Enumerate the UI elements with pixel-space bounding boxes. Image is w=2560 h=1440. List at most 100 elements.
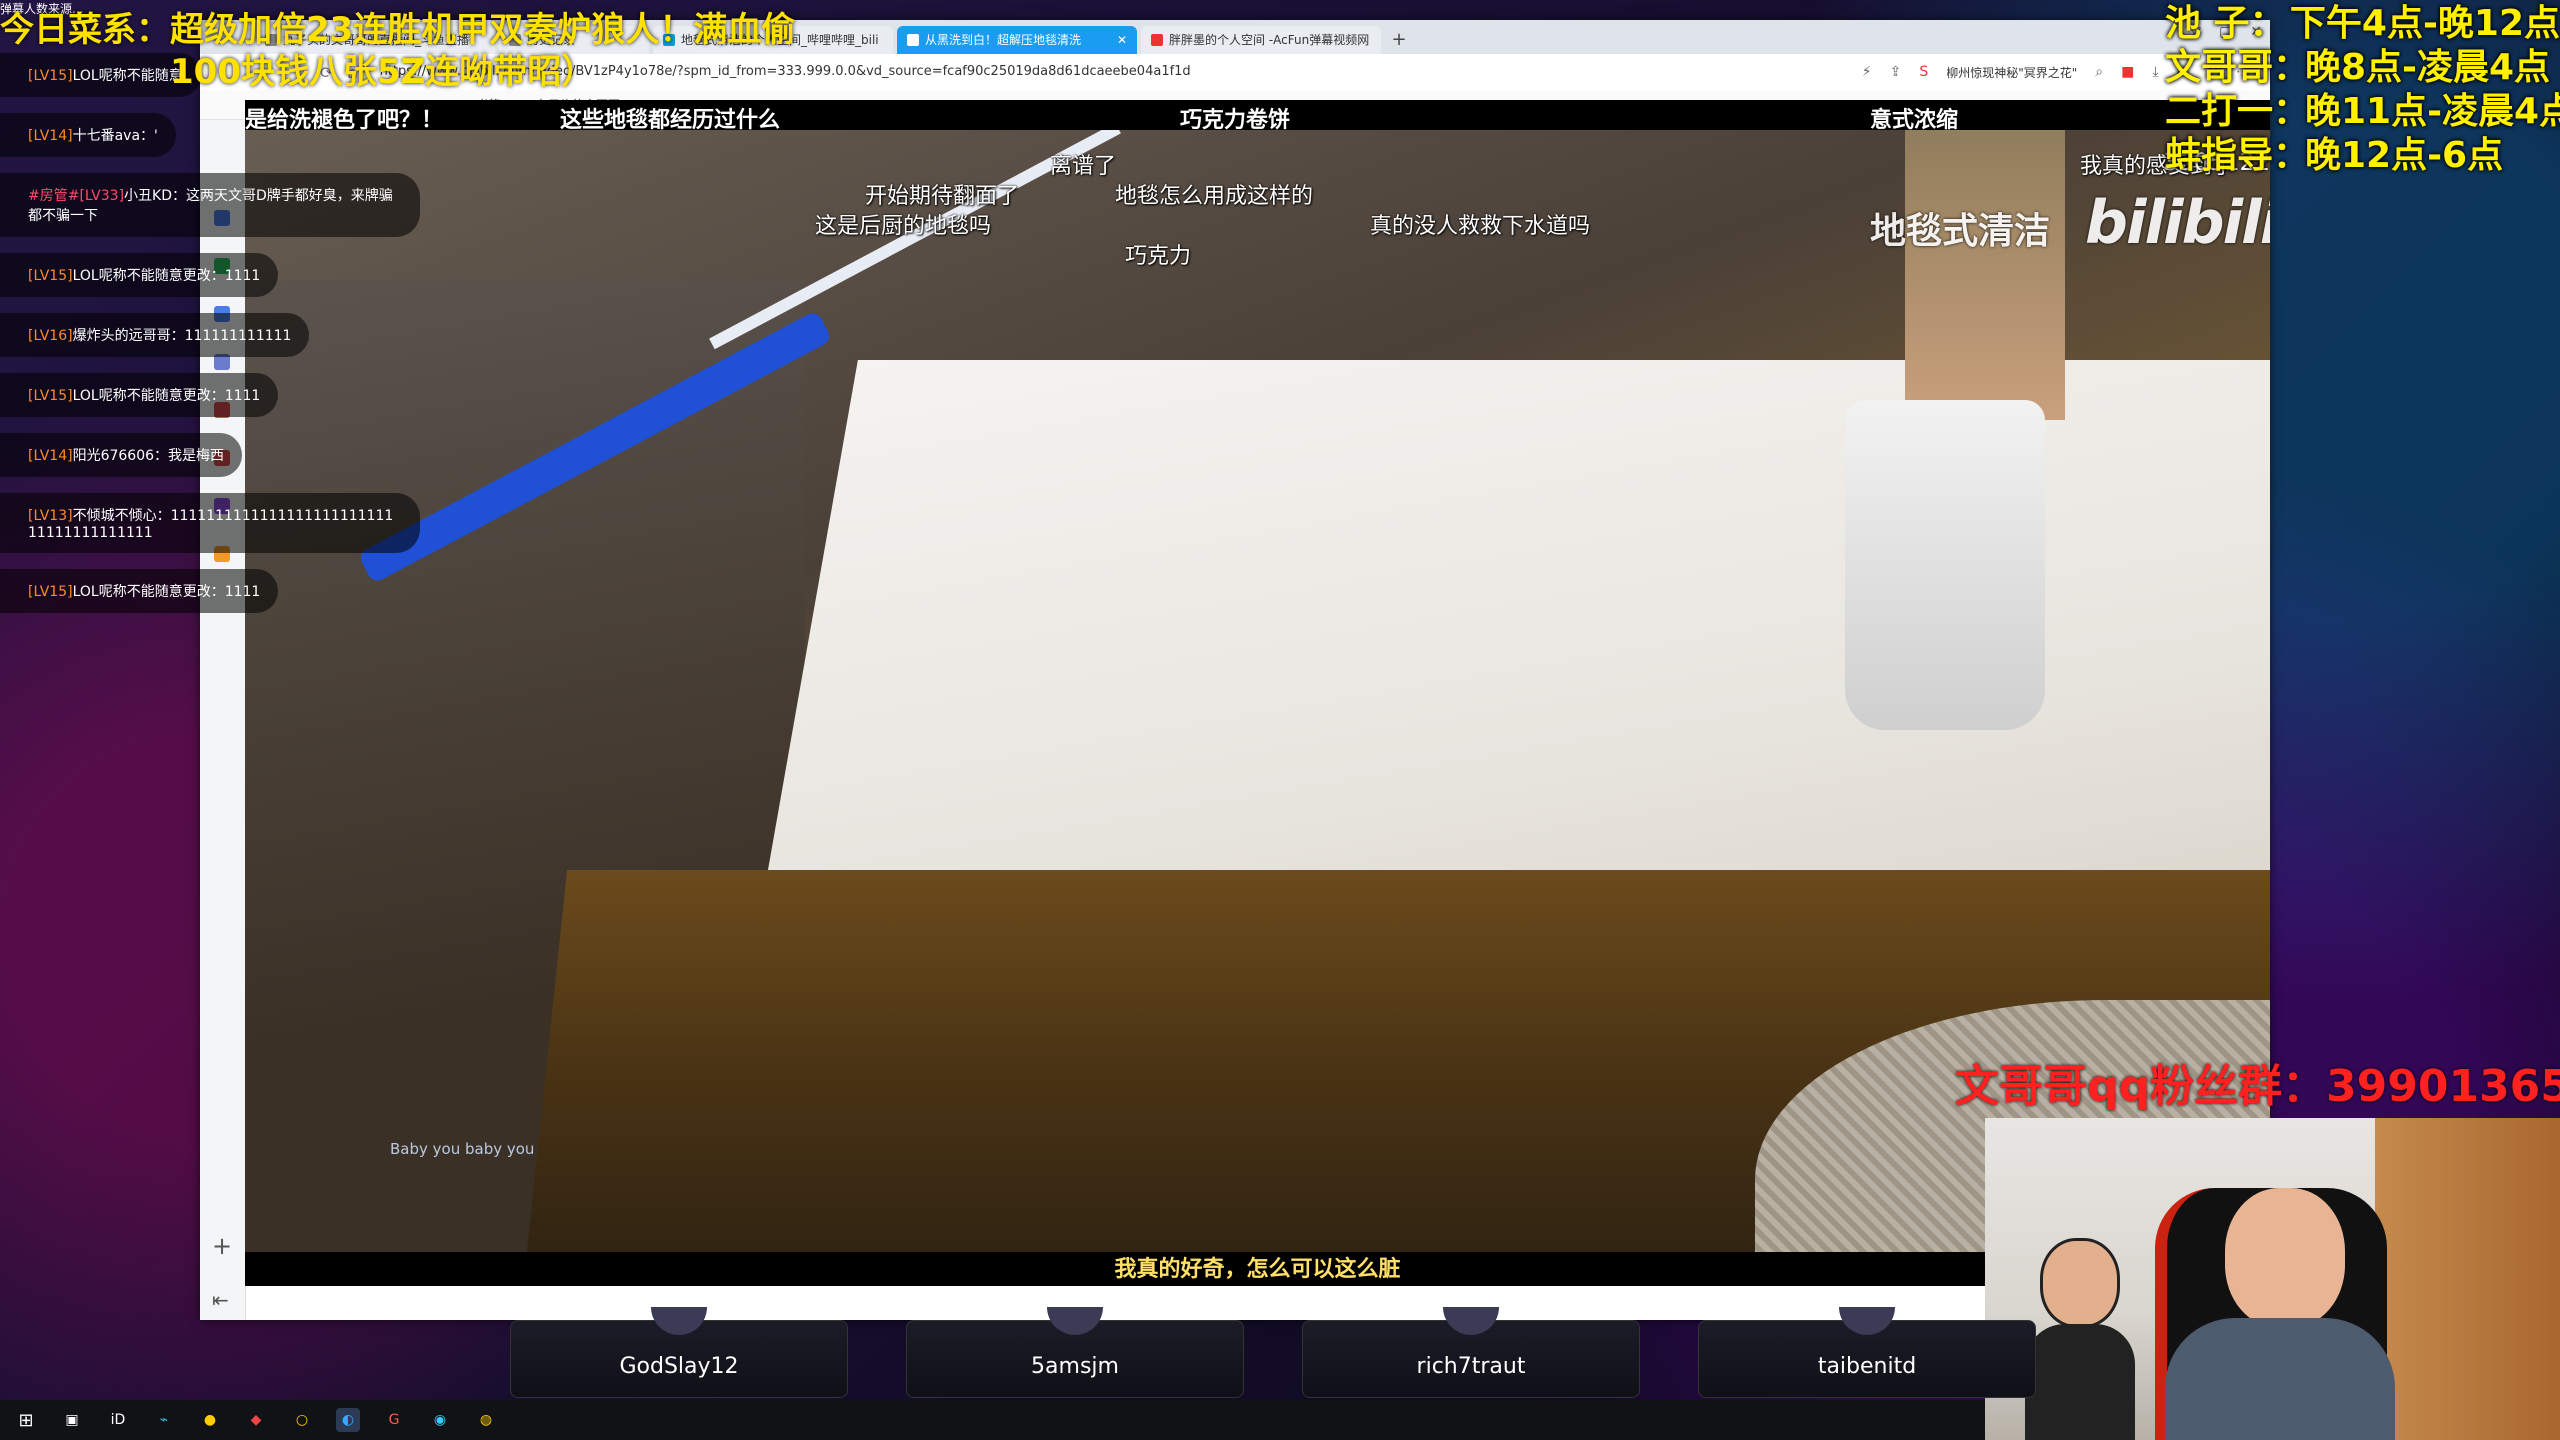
webcam-person-right bbox=[2165, 1188, 2395, 1440]
tab-label: 胖胖墨的个人空间 -AcFun弹幕视频网 bbox=[1169, 33, 1370, 47]
stream-schedule: 池 子： 下午4点-晚12点 文哥哥： 晚8点-凌晨4点 二打一： 晚11点-凌晨4点… bbox=[2165, 2, 2560, 178]
chat-user: 小丑KD bbox=[124, 188, 173, 204]
stream-chat: [LV15]LOL呢称不能随意 [LV14]十七番ava：' #房管#[LV33… bbox=[0, 45, 420, 621]
schedule-name: 池 子： bbox=[2165, 3, 2286, 44]
edge-icon[interactable]: ◐ bbox=[336, 1408, 360, 1432]
schedule-time: 下午4点-晚12点 bbox=[2289, 3, 2560, 44]
user-card-name: GodSlay12 bbox=[619, 1354, 739, 1379]
chat-user: LOL呢称不能随意更改 bbox=[72, 388, 211, 404]
webcam-person-left bbox=[2025, 1238, 2135, 1440]
chat-message: #房管#[LV33]小丑KD：这两天文哥D牌手都好臭，来牌骗都不骗一下 bbox=[0, 173, 420, 237]
chat-user: 爆炸头的远哥哥 bbox=[72, 328, 171, 344]
new-tab-button[interactable]: + bbox=[1385, 26, 1413, 54]
app3-icon[interactable]: ○ bbox=[290, 1408, 314, 1432]
user-card-name: taibenitd bbox=[1817, 1354, 1917, 1379]
subtitle-strip: 我真的好奇，怎么可以这么脏 bbox=[245, 1252, 2270, 1286]
channel-watermark: 地毯式清洁 bbox=[1870, 211, 2051, 252]
user-card: taibenitd bbox=[1698, 1307, 2036, 1398]
collapse-sidebar-icon[interactable]: ⇤ bbox=[212, 1288, 229, 1312]
user-card: GodSlay12 bbox=[510, 1307, 848, 1398]
danmaku-comment: 离谱了 bbox=[1050, 154, 1117, 179]
video-subtitle: 我真的好奇，怎么可以这么脏 bbox=[1114, 1257, 1401, 1282]
video-title-segment: 这些地毯都经历过什么 bbox=[560, 108, 781, 133]
chrome-icon[interactable]: ● bbox=[198, 1408, 222, 1432]
chat-text: ：1111 bbox=[210, 268, 261, 284]
chat-level: #房管#[LV33] bbox=[28, 188, 125, 204]
close-tab-icon[interactable]: ✕ bbox=[1117, 26, 1127, 54]
download-icon[interactable]: ⤓ bbox=[2152, 64, 2158, 80]
extension-icon[interactable]: ■ bbox=[2121, 64, 2134, 80]
bilibili-logo: bilibili bbox=[2085, 188, 2270, 258]
acfun-favicon-icon bbox=[1151, 34, 1163, 46]
schedule-row: 文哥哥： 晚8点-凌晨4点 bbox=[2165, 46, 2560, 90]
id-icon[interactable]: iD bbox=[106, 1408, 130, 1432]
user-avatar-badge bbox=[1443, 1307, 1499, 1335]
add-sidebar-icon[interactable]: + bbox=[212, 1232, 232, 1260]
chat-level: [LV15] bbox=[28, 388, 73, 404]
schedule-row: 二打一： 晚11点-凌晨4点 bbox=[2165, 90, 2560, 134]
app5-icon[interactable]: ◉ bbox=[428, 1408, 452, 1432]
share-icon[interactable]: ⇪ bbox=[1890, 64, 1902, 80]
search-engine-icon[interactable]: S bbox=[1919, 64, 1928, 80]
chat-level: [LV13] bbox=[28, 508, 73, 524]
schedule-time: 晚8点-凌晨4点 bbox=[2305, 47, 2551, 88]
app2-icon[interactable]: ◆ bbox=[244, 1408, 268, 1432]
danmaku-comment: 地毯怎么用成这样的 bbox=[1115, 184, 1314, 209]
video-title-strip: 是给洗褪色了吧？！ 这些地毯都经历过什么 巧克力卷饼 意式浓缩 bbox=[245, 100, 2270, 133]
chat-text: ：' bbox=[140, 128, 158, 144]
user-card-name: rich7traut bbox=[1416, 1354, 1526, 1379]
windows-icon[interactable]: ⊞ bbox=[14, 1408, 38, 1432]
app6-icon[interactable]: ◍ bbox=[474, 1408, 498, 1432]
chat-message: [LV15]LOL呢称不能随意更改：1111 bbox=[0, 569, 279, 613]
chat-level: [LV16] bbox=[28, 328, 73, 344]
chat-user: LOL呢称不能随意更改 bbox=[72, 584, 211, 600]
webcam-door bbox=[2375, 1118, 2560, 1440]
tab-acfun[interactable]: 胖胖墨的个人空间 -AcFun弹幕视频网 bbox=[1141, 26, 1381, 54]
tab-label: 从黑洗到白！超解压地毯清洗 bbox=[925, 33, 1082, 47]
danmaku-comment: 这是后厨的地毯吗 bbox=[815, 214, 992, 239]
windows-taskbar: ⊞ ▣ iD ⌁ ● ◆ ○ ◐ G ◉ ◍ bbox=[0, 1400, 1985, 1440]
gift-cards: GodSlay12 5amsjm rich7traut taibenitd bbox=[510, 1307, 2036, 1398]
chat-message: [LV16]爆炸头的远哥哥：111111111111 bbox=[0, 313, 310, 357]
chat-level: [LV15] bbox=[28, 68, 73, 84]
schedule-time: 晚11点-凌晨4点 bbox=[2305, 91, 2560, 132]
schedule-name: 二打一： bbox=[2165, 91, 2310, 132]
danmaku-comment: 开始期待翻面了 bbox=[865, 184, 1020, 209]
chat-message: [LV13]不倾城不倾心：111111111111111111111111111… bbox=[0, 493, 420, 553]
chat-user: 不倾城不倾心 bbox=[72, 508, 157, 524]
app-icon[interactable]: ⌁ bbox=[152, 1408, 176, 1432]
chat-text: ：111111111111 bbox=[170, 328, 292, 344]
user-avatar-badge bbox=[651, 1307, 707, 1335]
app4-icon[interactable]: G bbox=[382, 1408, 406, 1432]
chat-level: [LV14] bbox=[28, 448, 73, 464]
search-icon[interactable]: ⌕ bbox=[2095, 64, 2103, 80]
chat-user: 十七番ava bbox=[72, 128, 141, 144]
user-card: rich7traut bbox=[1302, 1307, 1640, 1398]
user-avatar-badge bbox=[1839, 1307, 1895, 1335]
chat-message: [LV15]LOL呢称不能随意更改：1111 bbox=[0, 373, 279, 417]
search-suggestion[interactable]: 柳州惊现神秘"冥界之花" bbox=[1946, 64, 2077, 81]
streamer-webcam bbox=[1985, 1118, 2560, 1440]
chat-user: 阳光676606 bbox=[72, 448, 155, 464]
menu-banner-line2: 100块钱八张5Z连呦带昭） bbox=[170, 52, 596, 92]
worker-boot bbox=[1845, 400, 2045, 730]
task-view-icon[interactable]: ▣ bbox=[60, 1408, 84, 1432]
schedule-name: 蚌指导： bbox=[2165, 135, 2310, 176]
danmaku-comment: 巧克力 bbox=[1125, 244, 1192, 269]
chat-text: ：1111 bbox=[210, 584, 261, 600]
chat-message: [LV14]十七番ava：' bbox=[0, 113, 176, 157]
user-card-name: 5amsjm bbox=[1031, 1354, 1119, 1379]
chat-text: ：我是梅西 bbox=[154, 448, 225, 464]
lightning-icon[interactable]: ⚡ bbox=[1862, 64, 1872, 80]
chat-text: ：1111 bbox=[210, 388, 261, 404]
tab-video-active[interactable]: 从黑洗到白！超解压地毯清洗 ✕ bbox=[897, 26, 1137, 54]
video-title-segment: 意式浓缩 bbox=[1870, 108, 1959, 133]
chat-user: LOL呢称不能随意 bbox=[72, 68, 183, 84]
chat-user: LOL呢称不能随意更改 bbox=[72, 268, 211, 284]
worker-leg bbox=[1905, 100, 2065, 420]
video-title-segment: 巧克力卷饼 bbox=[1180, 108, 1291, 133]
chat-message: [LV15]LOL呢称不能随意更改：1111 bbox=[0, 253, 279, 297]
bilibili-favicon-icon bbox=[907, 34, 919, 46]
chat-message: [LV14]阳光676606：我是梅西 bbox=[0, 433, 243, 477]
schedule-time: 晚12点-6点 bbox=[2305, 135, 2504, 176]
